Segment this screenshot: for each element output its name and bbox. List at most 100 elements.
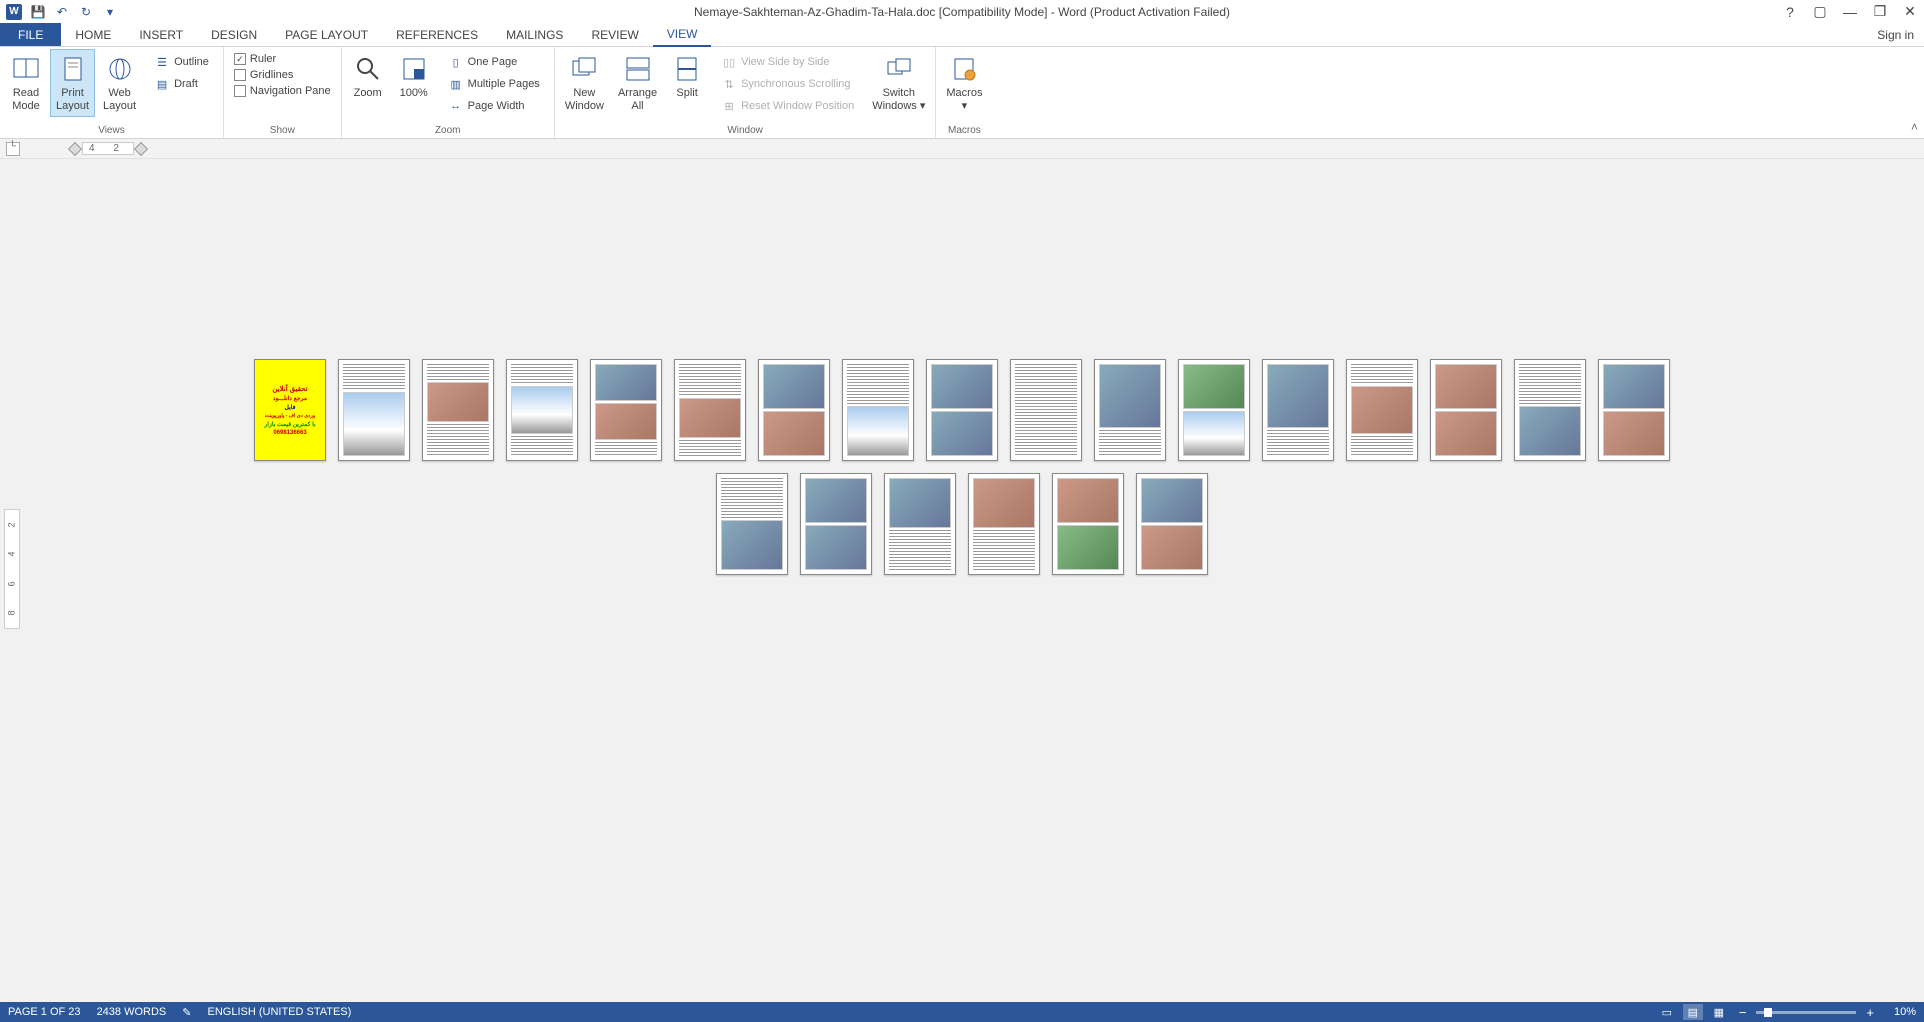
- indent-marker-right[interactable]: [134, 141, 148, 155]
- page-thumb-18[interactable]: [716, 473, 788, 575]
- tab-view[interactable]: VIEW: [653, 23, 712, 47]
- gridlines-checkbox[interactable]: Gridlines: [234, 69, 331, 81]
- page-thumb-4[interactable]: [506, 359, 578, 461]
- draft-icon: ▤: [154, 76, 170, 92]
- page-thumb-19[interactable]: [800, 473, 872, 575]
- title-bar: W 💾 ↶ ↻ ▾ Nemaye-Sakhteman-Az-Ghadim-Ta-…: [0, 0, 1924, 23]
- zoom-out-button[interactable]: −: [1735, 1005, 1751, 1020]
- page-thumb-1[interactable]: تحقیق آنلاین مرجع دانلـــود فایل وردی دی…: [254, 359, 326, 461]
- status-language[interactable]: ENGLISH (UNITED STATES): [207, 1006, 351, 1018]
- horizontal-ruler[interactable]: 4 2: [0, 139, 1924, 159]
- sign-in-link[interactable]: Sign in: [1877, 23, 1914, 46]
- zoom-in-button[interactable]: +: [1862, 1005, 1878, 1020]
- page-thumb-17[interactable]: [1598, 359, 1670, 461]
- zoom-100-button[interactable]: 100%: [392, 49, 436, 104]
- zoom-button[interactable]: Zoom: [346, 49, 390, 104]
- tab-home[interactable]: HOME: [61, 23, 125, 46]
- page-thumb-22[interactable]: [1052, 473, 1124, 575]
- zoom-slider-thumb[interactable]: [1764, 1008, 1772, 1017]
- view-side-by-side-button: ▯▯View Side by Side: [717, 53, 858, 71]
- new-window-icon: [568, 53, 600, 85]
- print-layout-button[interactable]: Print Layout: [50, 49, 95, 117]
- group-show: ✓Ruler Gridlines Navigation Pane Show: [224, 47, 342, 138]
- word-app-icon: W: [6, 4, 22, 20]
- group-window: New Window Arrange All Split ▯▯View Side…: [555, 47, 937, 138]
- page-thumb-15[interactable]: [1430, 359, 1502, 461]
- navigation-pane-checkbox[interactable]: Navigation Pane: [234, 85, 331, 97]
- indent-marker-left[interactable]: [68, 141, 82, 155]
- sync-scroll-icon: ⇅: [721, 76, 737, 92]
- group-views-label: Views: [4, 123, 219, 138]
- status-words[interactable]: 2438 WORDS: [97, 1006, 167, 1018]
- help-button[interactable]: ?: [1782, 4, 1798, 20]
- page-thumb-9[interactable]: [926, 359, 998, 461]
- page-width-button[interactable]: ↔Page Width: [444, 97, 544, 115]
- tab-insert[interactable]: INSERT: [125, 23, 197, 46]
- group-macros-label: Macros: [940, 123, 988, 138]
- tab-page-layout[interactable]: PAGE LAYOUT: [271, 23, 382, 46]
- reset-window-pos-button: ⊞Reset Window Position: [717, 97, 858, 115]
- view-read-mode-button[interactable]: ▭: [1657, 1004, 1677, 1020]
- page-thumb-13[interactable]: [1262, 359, 1334, 461]
- tab-mailings[interactable]: MAILINGS: [492, 23, 577, 46]
- page-thumb-8[interactable]: [842, 359, 914, 461]
- page-thumb-6[interactable]: [674, 359, 746, 461]
- macros-icon: [948, 53, 980, 85]
- ruler-checkbox[interactable]: ✓Ruler: [234, 53, 331, 65]
- new-window-button[interactable]: New Window: [559, 49, 610, 117]
- ribbon-options-button[interactable]: ▢: [1812, 4, 1828, 20]
- undo-button[interactable]: ↶: [54, 4, 70, 20]
- save-button[interactable]: 💾: [30, 4, 46, 20]
- sync-scrolling-button: ⇅Synchronous Scrolling: [717, 75, 858, 93]
- tab-references[interactable]: REFERENCES: [382, 23, 492, 46]
- restore-button[interactable]: ❐: [1872, 4, 1888, 20]
- split-button[interactable]: Split: [665, 49, 709, 104]
- page-thumb-11[interactable]: [1094, 359, 1166, 461]
- redo-button[interactable]: ↻: [78, 4, 94, 20]
- page-thumb-10[interactable]: [1010, 359, 1082, 461]
- page-thumb-2[interactable]: [338, 359, 410, 461]
- status-page[interactable]: PAGE 1 OF 23: [8, 1006, 81, 1018]
- draft-button[interactable]: ▤Draft: [150, 75, 213, 93]
- group-window-label: Window: [559, 123, 932, 138]
- macros-button[interactable]: Macros▾: [940, 49, 988, 117]
- group-macros: Macros▾ Macros: [936, 47, 992, 138]
- switch-windows-button[interactable]: Switch Windows ▾: [866, 49, 931, 117]
- one-page-button[interactable]: ▯One Page: [444, 53, 544, 71]
- tab-stop-selector[interactable]: [6, 142, 20, 156]
- page-thumb-3[interactable]: [422, 359, 494, 461]
- ribbon-tabs: FILE HOME INSERT DESIGN PAGE LAYOUT REFE…: [0, 23, 1924, 47]
- tab-review[interactable]: REVIEW: [577, 23, 652, 46]
- page-thumb-20[interactable]: [884, 473, 956, 575]
- minimize-button[interactable]: —: [1842, 4, 1858, 20]
- page-width-icon: ↔: [448, 98, 464, 114]
- page-thumb-23[interactable]: [1136, 473, 1208, 575]
- one-page-icon: ▯: [448, 54, 464, 70]
- zoom-slider[interactable]: [1756, 1011, 1856, 1014]
- print-layout-icon: [57, 53, 89, 85]
- page-thumb-7[interactable]: [758, 359, 830, 461]
- arrange-all-button[interactable]: Arrange All: [612, 49, 663, 117]
- page-thumb-14[interactable]: [1346, 359, 1418, 461]
- split-icon: [671, 53, 703, 85]
- page-thumb-16[interactable]: [1514, 359, 1586, 461]
- close-button[interactable]: ✕: [1902, 4, 1918, 20]
- group-zoom: Zoom 100% ▯One Page ▥Multiple Pages ↔Pag…: [342, 47, 555, 138]
- view-web-layout-button[interactable]: ▦: [1709, 1004, 1729, 1020]
- tab-design[interactable]: DESIGN: [197, 23, 271, 46]
- page-thumb-12[interactable]: [1178, 359, 1250, 461]
- status-proofing-icon[interactable]: ✎: [182, 1006, 191, 1019]
- multiple-pages-button[interactable]: ▥Multiple Pages: [444, 75, 544, 93]
- tab-file[interactable]: FILE: [0, 23, 61, 46]
- document-area[interactable]: 2468 تحقیق آنلاین مرجع دانلـــود فایل ور…: [0, 159, 1924, 1002]
- read-mode-button[interactable]: Read Mode: [4, 49, 48, 117]
- collapse-ribbon-button[interactable]: ˄: [1911, 120, 1918, 134]
- outline-button[interactable]: ☰Outline: [150, 53, 213, 71]
- page-thumb-21[interactable]: [968, 473, 1040, 575]
- qat-customize-icon[interactable]: ▾: [102, 4, 118, 20]
- web-layout-button[interactable]: Web Layout: [97, 49, 142, 117]
- zoom-level[interactable]: 10%: [1884, 1006, 1916, 1018]
- group-views: Read Mode Print Layout Web Layout ☰Outli…: [0, 47, 224, 138]
- page-thumb-5[interactable]: [590, 359, 662, 461]
- view-print-layout-button[interactable]: ▤: [1683, 1004, 1703, 1020]
